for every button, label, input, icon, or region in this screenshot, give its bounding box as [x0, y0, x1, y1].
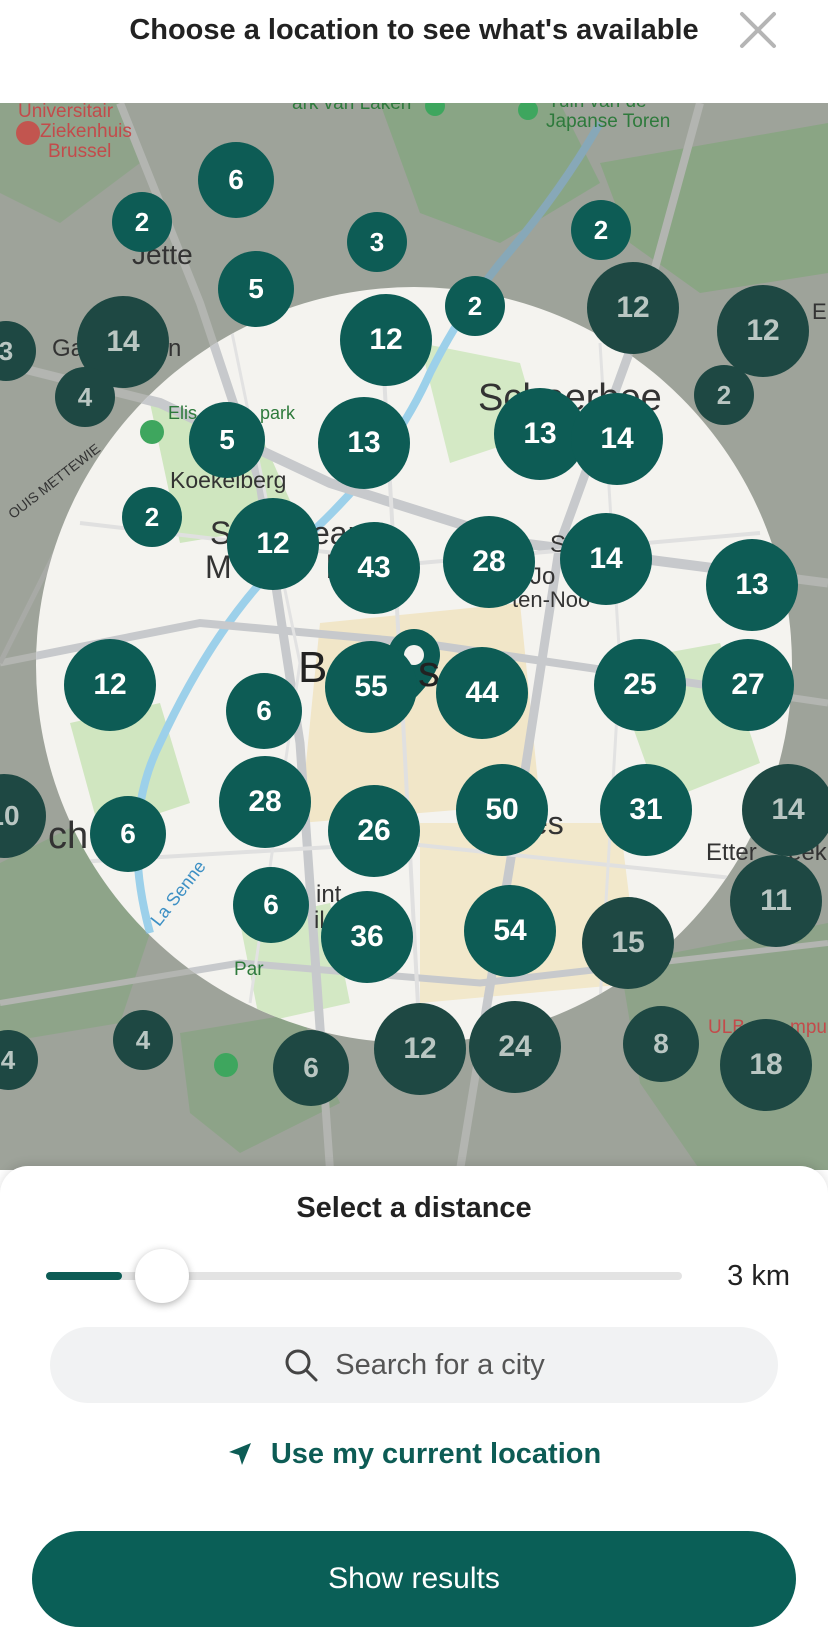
search-icon [285, 1349, 318, 1382]
map-cluster-marker[interactable]: 8 [623, 1006, 699, 1082]
map-cluster-marker[interactable]: 6 [273, 1030, 349, 1106]
map-cluster-marker[interactable]: 12 [227, 498, 319, 590]
map-cluster-marker[interactable]: 50 [456, 764, 548, 856]
map-cluster-marker[interactable]: 28 [443, 516, 535, 608]
distance-value: 3 km [727, 1260, 790, 1292]
map-label: ch [48, 815, 89, 857]
map-label: B [298, 643, 328, 692]
map-cluster-marker[interactable]: 14 [742, 764, 828, 856]
map-cluster-marker[interactable]: 12 [587, 262, 679, 354]
map-cluster-marker[interactable]: 4 [113, 1010, 173, 1070]
map-label: Brussel [48, 141, 112, 162]
map-cluster-marker[interactable]: 13 [318, 397, 410, 489]
map-cluster-marker[interactable]: 43 [328, 522, 420, 614]
map-cluster-marker[interactable]: 12 [717, 285, 809, 377]
use-location-label: Use my current location [270, 1437, 602, 1470]
map-cluster-marker[interactable]: 18 [720, 1019, 812, 1111]
page-title: Choose a location to see what's availabl… [129, 14, 699, 46]
search-placeholder: Search for a city [335, 1348, 545, 1381]
close-button[interactable] [736, 8, 780, 52]
map-cluster-marker[interactable]: 25 [594, 639, 686, 731]
city-search-input[interactable]: Search for a city [50, 1327, 778, 1403]
map-cluster-marker[interactable]: 6 [233, 867, 309, 943]
map-cluster-marker[interactable]: 36 [321, 891, 413, 983]
map-cluster-marker[interactable]: 12 [340, 294, 432, 386]
map-cluster-marker[interactable]: 54 [464, 885, 556, 977]
map-label: n [168, 335, 182, 362]
map-cluster-marker[interactable]: 5 [189, 402, 265, 478]
distance-sheet: Select a distance 3 km Search for a city… [0, 1166, 828, 1640]
map-label: park [260, 403, 296, 423]
distance-slider-thumb[interactable] [135, 1249, 189, 1303]
map-cluster-marker[interactable]: 6 [90, 796, 166, 872]
map-cluster-marker[interactable]: 2 [694, 365, 754, 425]
map-cluster-marker[interactable]: 2 [445, 276, 505, 336]
map-cluster-marker[interactable]: 12 [374, 1003, 466, 1095]
map-cluster-marker[interactable]: 28 [219, 756, 311, 848]
map-cluster-marker[interactable]: 4 [55, 367, 115, 427]
sheet-title: Select a distance [296, 1192, 532, 1224]
show-results-button[interactable]: Show results [32, 1531, 796, 1627]
map-cluster-marker[interactable]: 15 [582, 897, 674, 989]
map-label: Universitair [18, 103, 114, 122]
map-cluster-marker[interactable]: 27 [702, 639, 794, 731]
map-cluster-marker[interactable]: 3 [347, 212, 407, 272]
map-label: Ziekenhuis [40, 121, 132, 142]
navigation-arrow-icon [228, 1443, 251, 1465]
map-cluster-marker[interactable]: 11 [730, 855, 822, 947]
map-cluster-marker[interactable]: 55 [325, 641, 417, 733]
map-cluster-marker[interactable]: 2 [122, 487, 182, 547]
header-bar: Choose a location to see what's availabl… [0, 0, 828, 103]
map-cluster-marker[interactable]: 44 [436, 647, 528, 739]
map-cluster-marker[interactable]: 24 [469, 1001, 561, 1093]
map-cluster-marker[interactable]: 2 [571, 200, 631, 260]
map-cluster-marker[interactable]: 6 [226, 673, 302, 749]
map-cluster-marker[interactable]: 26 [328, 785, 420, 877]
map[interactable]: Universitair Ziekenhuis Brussel ark van Lak… [0, 103, 828, 1170]
map-cluster-marker[interactable]: 5 [218, 251, 294, 327]
distance-slider-fill [46, 1272, 122, 1280]
map-cluster-marker[interactable]: 13 [706, 539, 798, 631]
map-cluster-marker[interactable]: 6 [198, 142, 274, 218]
close-icon [740, 12, 776, 48]
map-cluster-marker[interactable]: 12 [64, 639, 156, 731]
map-cluster-marker[interactable]: 2 [112, 192, 172, 252]
map-cluster-marker[interactable]: 14 [560, 513, 652, 605]
map-label: E [812, 299, 827, 324]
map-label: ark van Laken [292, 103, 412, 114]
map-label: Par [234, 959, 264, 980]
map-cluster-marker[interactable]: 31 [600, 764, 692, 856]
use-current-location-button[interactable]: Use my current location [0, 1432, 828, 1476]
map-label: Japanse Toren [546, 111, 671, 132]
map-cluster-marker[interactable]: 14 [571, 393, 663, 485]
